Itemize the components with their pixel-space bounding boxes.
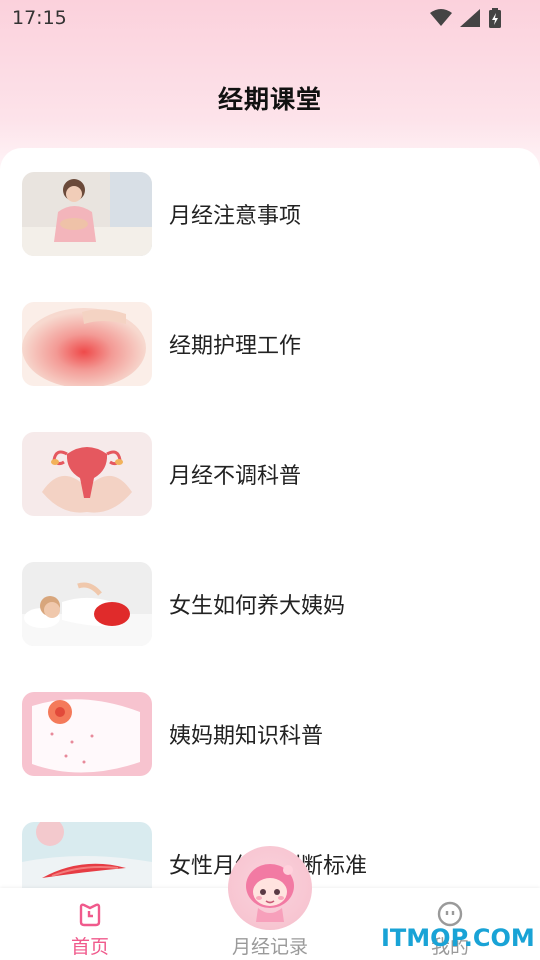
article-title: 姨妈期知识科普 <box>169 724 324 749</box>
cellular-signal-icon <box>460 9 480 27</box>
tab-home[interactable]: 首页 <box>66 888 114 960</box>
article-thumbnail <box>22 562 152 646</box>
mascot-icon[interactable] <box>228 846 312 930</box>
article-list: 月经注意事项 经期护理工作 月经不调科普 女生如何养大姨妈 姨妈期知识科普 <box>0 148 540 960</box>
wifi-icon <box>430 9 452 26</box>
list-item[interactable]: 月经不调科普 <box>22 432 522 516</box>
list-item[interactable]: 经期护理工作 <box>22 302 522 386</box>
home-icon <box>79 903 101 927</box>
status-bar: 17:15 <box>0 0 540 36</box>
tab-label: 首页 <box>70 936 109 958</box>
article-title: 月经不调科普 <box>169 464 302 489</box>
list-item[interactable]: 月经注意事项 <box>22 172 522 256</box>
article-title: 月经注意事项 <box>169 204 302 229</box>
article-title: 女生如何养大姨妈 <box>169 594 346 619</box>
article-thumbnail <box>22 302 152 386</box>
article-title: 经期护理工作 <box>169 334 302 359</box>
page-title: 经期课堂 <box>217 85 322 114</box>
list-item[interactable]: 姨妈期知识科普 <box>22 692 522 776</box>
article-thumbnail <box>22 432 152 516</box>
watermark: ITMOP.COM <box>381 924 535 952</box>
status-time: 17:15 <box>12 7 67 29</box>
list-item[interactable]: 女生如何养大姨妈 <box>22 562 522 646</box>
article-thumbnail <box>22 172 152 256</box>
article-thumbnail <box>22 692 152 776</box>
battery-charging-icon <box>489 8 501 28</box>
tab-label: 月经记录 <box>231 936 308 958</box>
